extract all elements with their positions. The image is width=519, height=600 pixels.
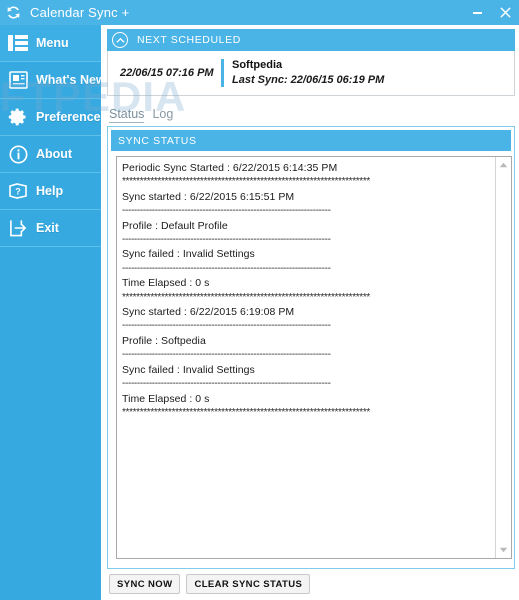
action-buttons: SYNC NOW CLEAR SYNC STATUS: [109, 574, 311, 594]
tab-log[interactable]: Log: [150, 107, 179, 123]
last-sync-text: Last Sync: 22/06/15 06:19 PM: [232, 74, 385, 86]
log-separator: ----------------------------------------…: [122, 378, 331, 390]
sidebar-item-help[interactable]: ? Help: [0, 173, 101, 210]
help-book-icon: ?: [5, 178, 31, 204]
app-icon: [0, 0, 26, 25]
sync-status-log-text: Periodic Sync Started : 6/22/2015 6:14:3…: [117, 157, 495, 558]
gear-icon: [5, 104, 31, 130]
sidebar-item-menu[interactable]: Menu: [0, 25, 101, 62]
sync-status-logbox[interactable]: Periodic Sync Started : 6/22/2015 6:14:3…: [116, 156, 512, 559]
log-separator: ----------------------------------------…: [122, 234, 331, 246]
next-scheduled-body: 22/06/15 07:16 PM Softpedia Last Sync: 2…: [107, 51, 515, 96]
log-separator: ----------------------------------------…: [122, 205, 331, 217]
sidebar-item-label: Preferences: [36, 110, 108, 124]
log-separator: ****************************************…: [122, 291, 370, 303]
sync-status-panel: SYNC STATUS Periodic Sync Started : 6/22…: [107, 126, 515, 569]
log-entry: Time Elapsed : 0 s: [122, 277, 210, 290]
newspaper-icon: [5, 67, 31, 93]
sidebar-item-preferences[interactable]: Preferences: [0, 99, 108, 136]
tab-status[interactable]: Status: [107, 107, 150, 123]
log-separator: ----------------------------------------…: [122, 320, 331, 332]
window-controls: [463, 0, 519, 25]
sync-status-header: SYNC STATUS: [111, 130, 511, 151]
next-scheduled-time: 22/06/15 07:16 PM: [120, 67, 214, 79]
profile-name: Softpedia: [232, 59, 283, 72]
minimize-icon: [472, 11, 482, 14]
log-separator: ----------------------------------------…: [122, 349, 331, 361]
log-scrollbar[interactable]: [495, 157, 511, 558]
log-separator: ****************************************…: [122, 176, 370, 188]
exit-arrow-icon: [5, 215, 31, 241]
sync-status-title: SYNC STATUS: [118, 134, 197, 147]
sidebar-item-label: Menu: [36, 36, 69, 50]
sidebar-item-exit[interactable]: Exit: [0, 210, 101, 247]
log-entry: Sync failed : Invalid Settings: [122, 363, 255, 376]
log-entry: Profile : Softpedia: [122, 334, 206, 347]
svg-text:?: ?: [15, 187, 21, 197]
log-separator: ----------------------------------------…: [122, 262, 331, 274]
scrollbar-track[interactable]: [496, 173, 512, 542]
log-separator: ****************************************…: [122, 406, 370, 418]
log-entry: Sync started : 6/22/2015 6:15:51 PM: [122, 190, 295, 203]
log-entry: Periodic Sync Started : 6/22/2015 6:14:3…: [122, 162, 338, 174]
sidebar-filler: [0, 247, 101, 600]
title-bar: Calendar Sync +: [0, 0, 519, 25]
sidebar-item-label: What's New: [36, 73, 106, 87]
window-title: Calendar Sync +: [30, 5, 130, 20]
info-circle-icon: [5, 141, 31, 167]
sidebar-item-label: Exit: [36, 221, 59, 235]
close-button[interactable]: [491, 0, 519, 25]
log-entry: Sync failed : Invalid Settings: [122, 248, 255, 261]
next-scheduled-info: Softpedia Last Sync: 22/06/15 06:19 PM: [224, 58, 384, 88]
next-scheduled-title: NEXT SCHEDULED: [137, 34, 241, 46]
triangle-up-icon[interactable]: [496, 157, 512, 173]
next-scheduled-header: NEXT SCHEDULED: [107, 29, 515, 51]
chevron-up-circle-icon[interactable]: [112, 32, 128, 48]
minimize-button[interactable]: [463, 0, 491, 25]
sidebar-item-whats-new[interactable]: What's New: [0, 62, 106, 99]
sidebar-item-about[interactable]: About: [0, 136, 101, 173]
log-entry: Sync started : 6/22/2015 6:19:08 PM: [122, 306, 295, 319]
main-content: NEXT SCHEDULED 22/06/15 07:16 PM Softped…: [101, 25, 519, 600]
app-window: Calendar Sync + Menu What's New Preferen…: [0, 0, 519, 600]
sync-now-button[interactable]: SYNC NOW: [109, 574, 181, 594]
log-entry: Time Elapsed : 0 s: [122, 392, 210, 405]
clear-sync-status-button[interactable]: CLEAR SYNC STATUS: [186, 574, 311, 594]
triangle-down-icon[interactable]: [496, 542, 512, 558]
log-entry: Profile : Default Profile: [122, 219, 228, 232]
sidebar: Menu What's New Preferences About ? Help…: [0, 25, 108, 600]
tab-bar: Status Log: [107, 102, 515, 123]
sidebar-item-label: Help: [36, 184, 64, 198]
sidebar-item-label: About: [36, 147, 73, 161]
menu-grid-icon: [5, 30, 31, 56]
close-icon: [499, 7, 511, 18]
